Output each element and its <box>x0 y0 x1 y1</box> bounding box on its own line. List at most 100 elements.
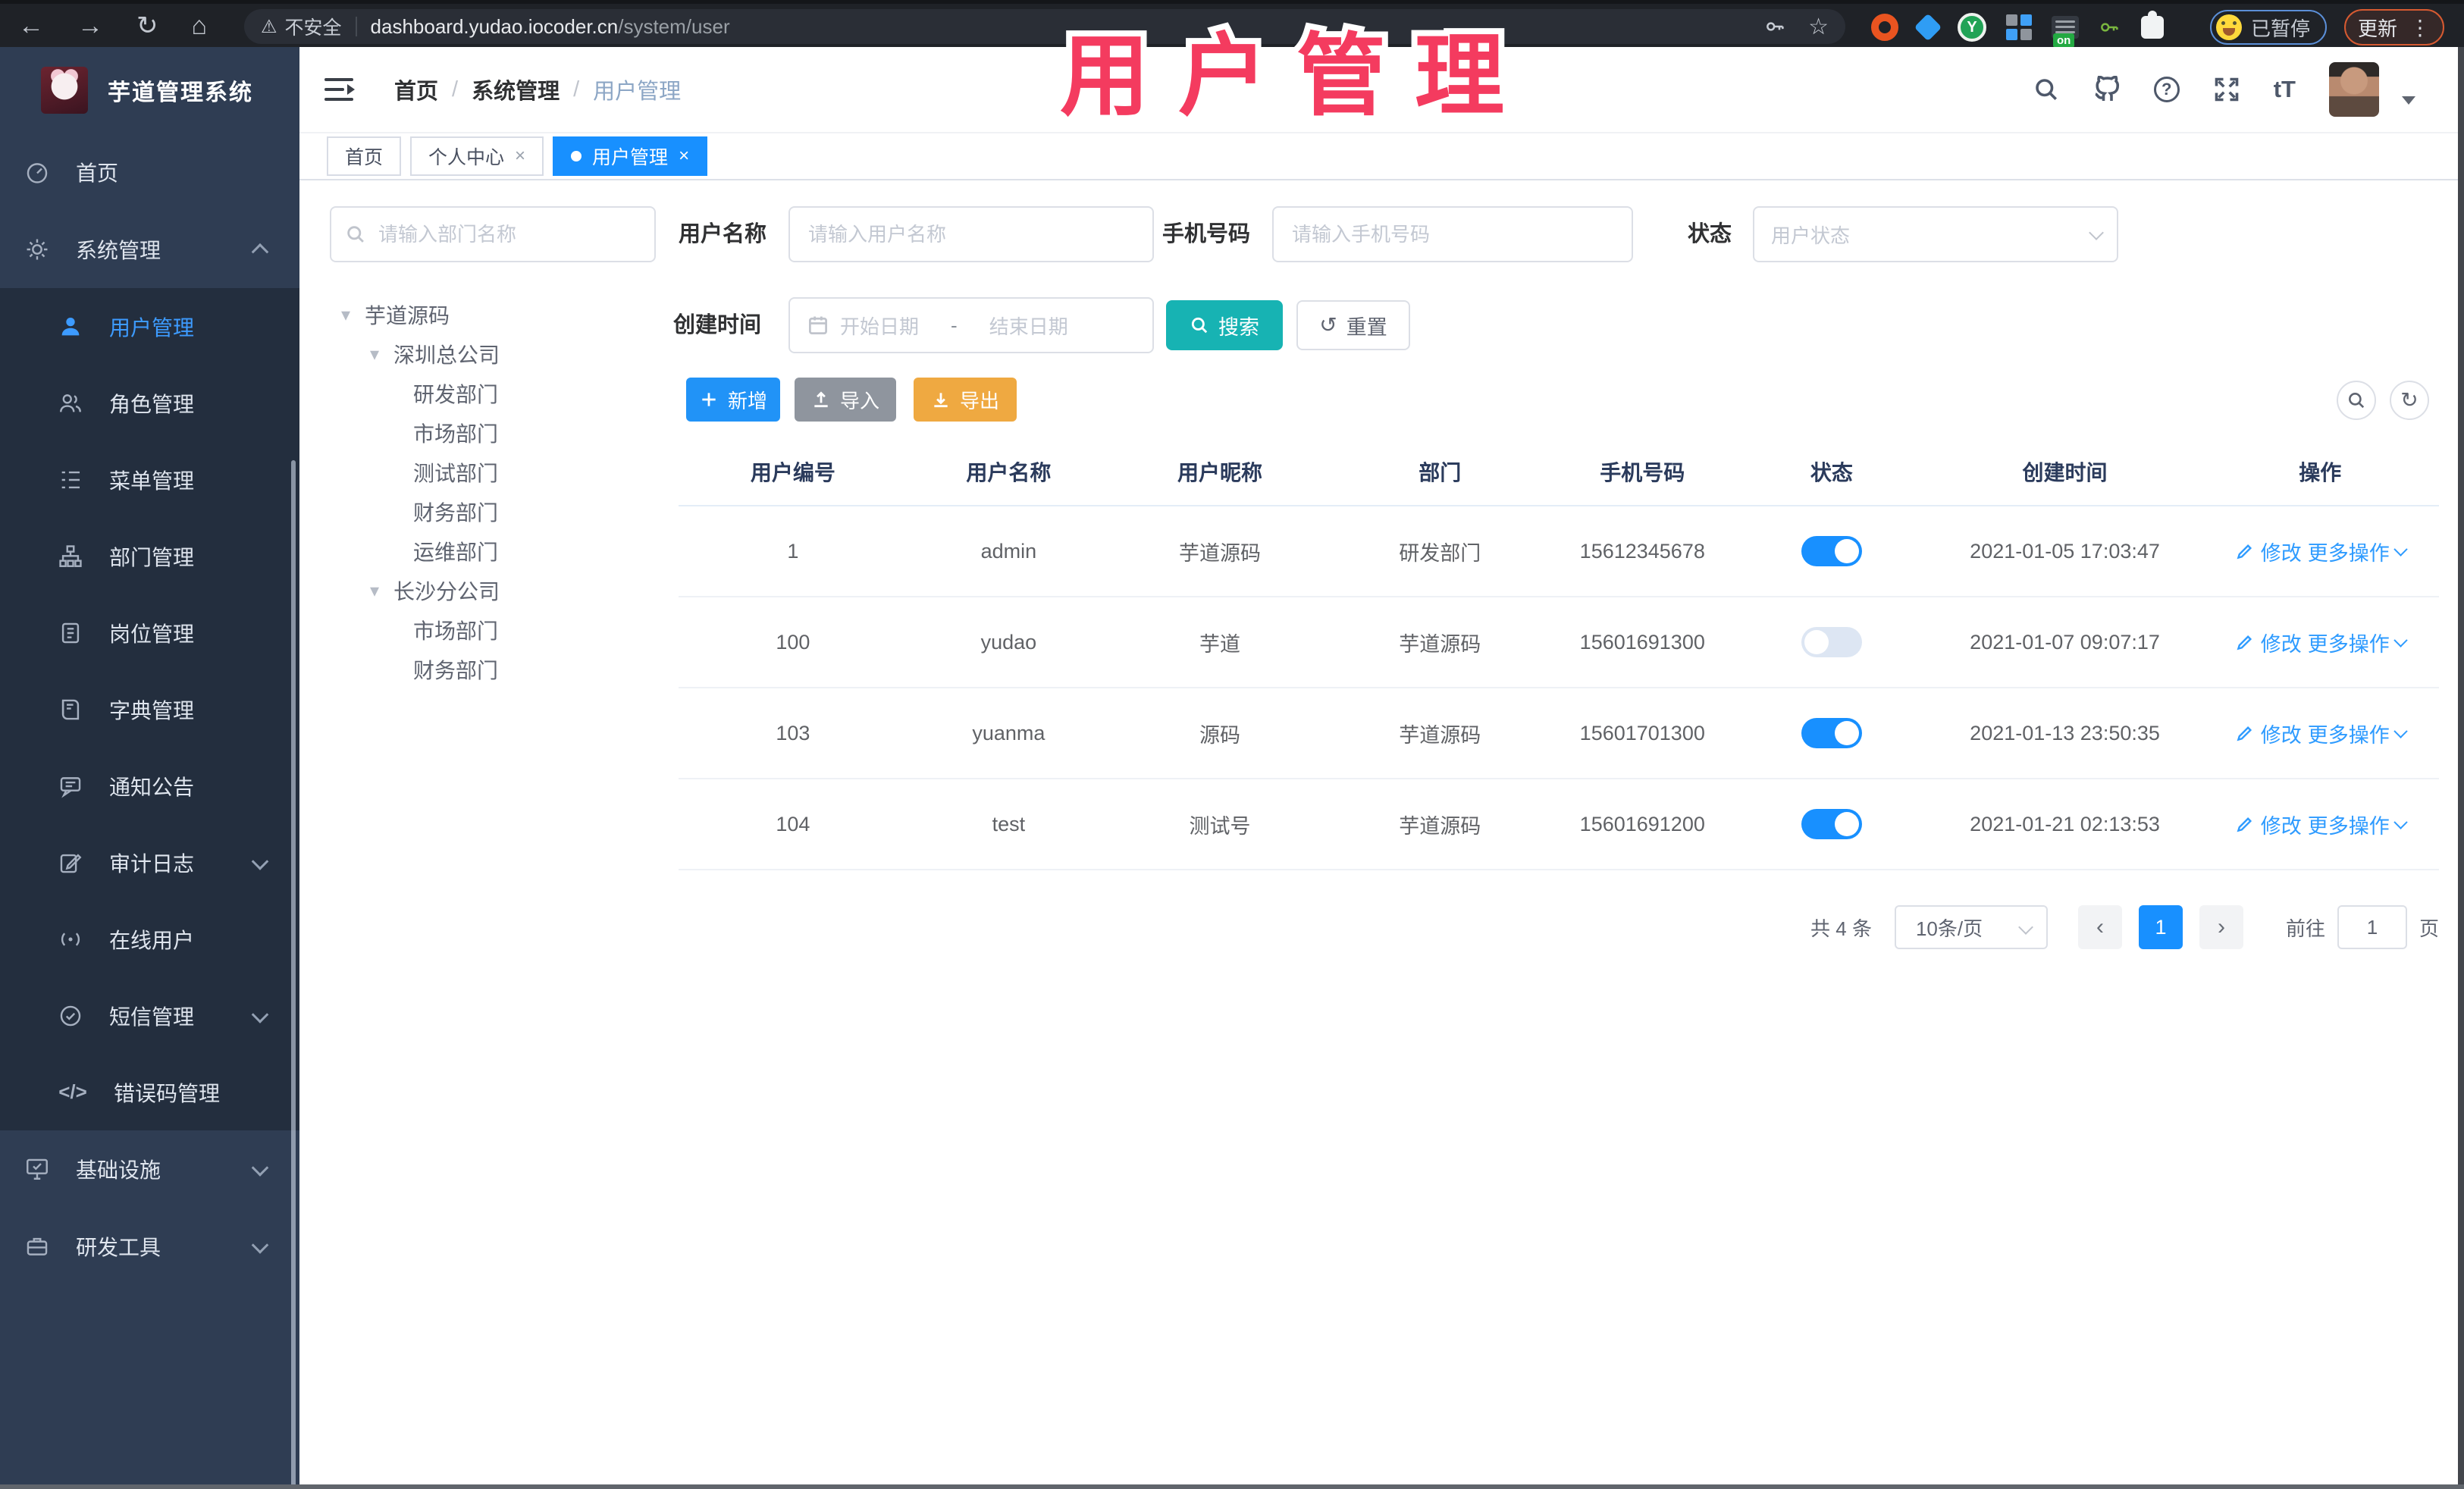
address-bar[interactable]: ⚠ 不安全 dashboard.yudao.iocoder.cn /system… <box>244 9 1845 44</box>
collapse-sidebar-icon[interactable] <box>324 76 355 105</box>
caret-down-icon[interactable]: ▾ <box>365 580 384 602</box>
tree-node[interactable]: ▾ 芋道源码 <box>330 295 663 334</box>
list-extension-icon[interactable]: on <box>2052 16 2079 48</box>
tab-home[interactable]: 首页 <box>327 136 402 176</box>
reset-button[interactable]: ↺ 重置 <box>1296 300 1410 350</box>
dept-search-box[interactable] <box>330 206 656 262</box>
profile-status-label: 已暂停 <box>2251 17 2311 40</box>
tree-node[interactable]: 测试部门 <box>330 453 663 492</box>
sidebar-item-roles[interactable]: 角色管理 <box>0 365 299 441</box>
tab-user-management[interactable]: 用户管理 × <box>553 136 708 176</box>
back-icon[interactable]: ← <box>18 13 44 39</box>
username-input[interactable] <box>807 221 1136 247</box>
mobile-field[interactable] <box>1272 206 1633 262</box>
status-toggle[interactable] <box>1801 536 1862 566</box>
cell-username: yudao <box>980 630 1037 654</box>
sidebar-item-infrastructure[interactable]: 基础设施 <box>0 1130 299 1208</box>
table-row: 100 yudao 芋道 芋道源码 15601691300 2021-01-07… <box>679 597 2439 688</box>
prev-page-button[interactable]: ‹ <box>2077 905 2122 949</box>
user-avatar[interactable] <box>2329 62 2379 117</box>
sidebar-item-users[interactable]: 用户管理 <box>0 288 299 365</box>
sidebar-item-sms[interactable]: 短信管理 <box>0 977 299 1054</box>
export-button[interactable]: 导出 <box>914 378 1017 422</box>
tree-node[interactable]: 市场部门 <box>330 610 663 650</box>
sidebar-item-depts[interactable]: 部门管理 <box>0 518 299 594</box>
key-icon[interactable] <box>1764 15 1787 38</box>
bookmark-star-icon[interactable]: ☆ <box>1808 14 1829 40</box>
dept-search-input[interactable] <box>377 221 641 247</box>
sidebar-item-home[interactable]: 首页 <box>0 133 299 211</box>
sidebar-item-system[interactable]: 系统管理 <box>0 211 299 288</box>
status-toggle[interactable] <box>1801 627 1862 657</box>
tree-node[interactable]: 运维部门 <box>330 531 663 571</box>
ubuntu-extension-icon[interactable] <box>1871 14 1898 41</box>
avatar-caret-icon[interactable] <box>2402 96 2415 105</box>
extensions-puzzle-icon[interactable] <box>2141 11 2164 39</box>
help-icon[interactable]: ? <box>2153 77 2180 102</box>
more-actions-link[interactable]: 更多操作 <box>2308 628 2408 657</box>
date-range-picker[interactable]: 开始日期 - 结束日期 <box>788 297 1154 353</box>
status-select[interactable]: 用户状态 <box>1753 206 2118 262</box>
add-button[interactable]: 新增 <box>686 378 780 422</box>
forward-icon[interactable]: → <box>77 13 103 39</box>
more-actions-link[interactable]: 更多操作 <box>2308 810 2408 839</box>
tree-node[interactable]: ▾ 深圳总公司 <box>330 334 663 374</box>
tree-node[interactable]: 财务部门 <box>330 492 663 531</box>
sidebar-item-notice[interactable]: 通知公告 <box>0 748 299 824</box>
current-page-button[interactable]: 1 <box>2138 905 2183 949</box>
tree-node[interactable]: 研发部门 <box>330 374 663 413</box>
check-circle-icon <box>60 1005 81 1026</box>
browser-menu-icon[interactable]: ⋮ <box>2409 15 2431 40</box>
y-extension-icon[interactable]: Y <box>1958 13 1986 42</box>
sidebar-item-audit-log[interactable]: 审计日志 <box>0 824 299 901</box>
close-icon[interactable]: × <box>515 146 525 167</box>
insecure-label[interactable]: 不安全 <box>285 13 342 40</box>
next-page-button[interactable]: › <box>2199 905 2243 949</box>
caret-down-icon[interactable]: ▾ <box>336 304 356 326</box>
username-field[interactable] <box>788 206 1154 262</box>
sidebar-item-label: 首页 <box>76 161 119 185</box>
sidebar-item-online-users[interactable]: 在线用户 <box>0 901 299 977</box>
sidebar-item-error-codes[interactable]: </> 错误码管理 <box>0 1054 299 1130</box>
breadcrumb-system[interactable]: 系统管理 <box>472 74 560 105</box>
browser-profile-button[interactable]: 已暂停 <box>2210 10 2328 45</box>
fullscreen-icon[interactable] <box>2213 76 2240 103</box>
logo[interactable]: 芋道管理系统 <box>0 47 299 133</box>
home-icon[interactable]: ⌂ <box>192 13 208 39</box>
gem-extension-icon[interactable] <box>1914 13 1942 42</box>
github-icon[interactable] <box>2093 76 2121 103</box>
edit-link[interactable]: 修改 <box>2235 810 2302 839</box>
edit-link[interactable]: 修改 <box>2235 537 2302 566</box>
edit-link[interactable]: 修改 <box>2235 628 2302 657</box>
status-toggle[interactable] <box>1801 718 1862 748</box>
edit-link[interactable]: 修改 <box>2235 719 2302 748</box>
browser-update-button[interactable]: 更新 ⋮ <box>2344 9 2445 45</box>
page-size-select[interactable]: 10条/页 <box>1894 905 2048 949</box>
sidebar-item-dev-tools[interactable]: 研发工具 <box>0 1208 299 1285</box>
mobile-input[interactable] <box>1290 221 1615 247</box>
breadcrumb-home[interactable]: 首页 <box>394 74 438 105</box>
search-button[interactable]: 搜索 <box>1166 300 1283 350</box>
refresh-button[interactable]: ↻ <box>2390 381 2429 420</box>
sidebar-item-menus[interactable]: 菜单管理 <box>0 441 299 518</box>
caret-down-icon[interactable]: ▾ <box>365 343 384 365</box>
sidebar-item-posts[interactable]: 岗位管理 <box>0 594 299 671</box>
tab-profile[interactable]: 个人中心 × <box>410 136 544 176</box>
search-icon[interactable] <box>2033 76 2060 103</box>
tree-node[interactable]: 市场部门 <box>330 413 663 453</box>
more-actions-link[interactable]: 更多操作 <box>2308 537 2408 566</box>
status-toggle[interactable] <box>1801 809 1862 839</box>
tree-node[interactable]: 财务部门 <box>330 650 663 689</box>
sidebar-item-dict[interactable]: 字典管理 <box>0 671 299 748</box>
font-size-icon[interactable]: tT <box>2274 76 2296 103</box>
grid-extension-icon[interactable] <box>2006 14 2032 40</box>
toggle-search-button[interactable] <box>2337 381 2376 420</box>
close-icon[interactable]: × <box>679 146 689 167</box>
more-actions-link[interactable]: 更多操作 <box>2308 719 2408 748</box>
tree-node[interactable]: ▾ 长沙分公司 <box>330 571 663 610</box>
password-extension-icon[interactable] <box>2099 16 2121 39</box>
goto-page-input[interactable] <box>2337 905 2407 949</box>
import-button[interactable]: 导入 <box>795 378 896 422</box>
reload-icon[interactable]: ↻ <box>136 13 158 39</box>
sidebar-scrollbar[interactable] <box>291 460 296 1489</box>
